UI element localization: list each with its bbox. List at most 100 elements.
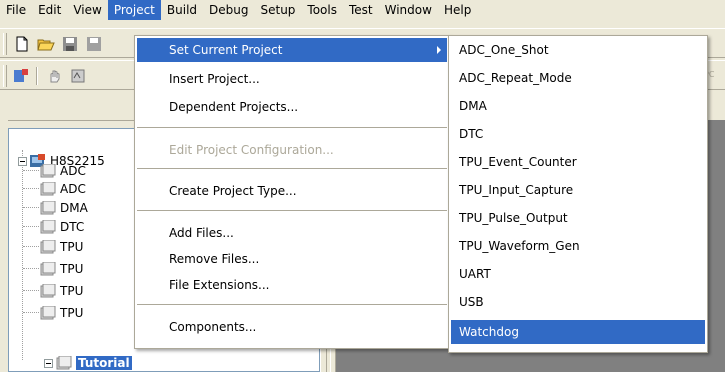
tree-item[interactable]: DTC — [40, 218, 84, 236]
project-settings-icon[interactable] — [12, 66, 32, 86]
collapse-icon[interactable] — [44, 358, 53, 368]
tree-item[interactable]: TPU — [40, 282, 83, 300]
menu-item-remove-files[interactable]: Remove Files... — [137, 247, 447, 271]
tree-item-label: TPU — [60, 262, 84, 276]
submenu-item-adc-repeat-mode[interactable]: ADC_Repeat_Mode — [451, 66, 705, 90]
menu-item-label: Dependent Projects... — [169, 100, 299, 114]
hand-icon[interactable] — [44, 66, 64, 86]
menu-item-label: Set Current Project — [169, 43, 283, 57]
project-icon — [40, 283, 56, 298]
menu-setup[interactable]: Setup — [254, 0, 301, 20]
tree-item[interactable]: ADC — [40, 180, 86, 198]
tree-line — [23, 226, 39, 227]
menu-file[interactable]: File — [0, 0, 32, 20]
submenu-item-label: TPU_Pulse_Output — [459, 211, 568, 225]
project-icon — [40, 261, 56, 276]
menu-test[interactable]: Test — [343, 0, 379, 20]
menu-separator — [137, 127, 447, 128]
set-current-project-submenu: ADC_One_Shot ADC_Repeat_Mode DMA DTC TPU… — [448, 35, 708, 353]
tree-item[interactable]: TPU — [40, 260, 83, 278]
tree-line — [23, 246, 39, 247]
submenu-item-label: UART — [459, 267, 491, 281]
project-icon — [40, 163, 56, 178]
menu-project[interactable]: Project — [107, 0, 161, 20]
menu-separator — [137, 304, 447, 305]
menu-item-label: Create Project Type... — [169, 184, 297, 198]
menu-item-label: Edit Project Configuration... — [169, 143, 334, 157]
tree-line — [22, 150, 23, 360]
project-icon — [40, 200, 56, 215]
menu-item-label: Remove Files... — [169, 252, 260, 266]
tree-item[interactable]: TPU — [40, 304, 83, 322]
project-icon — [40, 181, 56, 196]
toolbar-grip[interactable] — [3, 65, 7, 87]
menu-debug[interactable]: Debug — [203, 0, 254, 20]
tree-item-label: Tutorial — [76, 356, 132, 370]
open-folder-icon[interactable] — [36, 34, 56, 54]
tree-item[interactable]: ADC — [40, 162, 86, 180]
submenu-item-label: Watchdog — [459, 325, 519, 339]
submenu-item-label: USB — [459, 295, 484, 309]
tree-item-label: TPU — [60, 306, 84, 320]
menu-item-insert-project[interactable]: Insert Project... — [137, 67, 447, 91]
submenu-item-label: DMA — [459, 99, 487, 113]
menu-item-label: File Extensions... — [169, 278, 270, 292]
submenu-arrow-icon — [437, 46, 441, 54]
submenu-item-watchdog[interactable]: Watchdog — [451, 320, 705, 344]
tree-item[interactable]: TPU — [40, 238, 83, 256]
submenu-item-tpu-event-counter[interactable]: TPU_Event_Counter — [451, 150, 705, 174]
menu-item-components[interactable]: Components... — [137, 315, 447, 339]
tree-line — [23, 207, 39, 208]
menu-edit[interactable]: Edit — [32, 0, 67, 20]
project-icon — [56, 355, 72, 370]
submenu-item-dtc[interactable]: DTC — [451, 122, 705, 146]
project-icon — [40, 239, 56, 254]
tree-line — [23, 290, 39, 291]
tree-item[interactable]: DMA — [40, 199, 88, 217]
project-icon — [40, 305, 56, 320]
tree-item-label: ADC — [60, 164, 86, 178]
menubar: File Edit View Project Build Debug Setup… — [0, 0, 725, 20]
menu-item-add-files[interactable]: Add Files... — [137, 221, 447, 245]
tree-item-label: DMA — [60, 201, 88, 215]
menu-build[interactable]: Build — [161, 0, 203, 20]
submenu-item-label: DTC — [459, 127, 484, 141]
tree-item-label: TPU — [60, 240, 84, 254]
toolbar-separator — [36, 67, 38, 85]
toolbar-grip[interactable] — [3, 33, 7, 55]
project-menu: Set Current Project Insert Project... De… — [134, 35, 450, 349]
menu-item-set-current-project[interactable]: Set Current Project — [137, 38, 447, 62]
menu-help[interactable]: Help — [438, 0, 477, 20]
tree-item-tutorial[interactable]: Tutorial — [44, 354, 132, 372]
submenu-item-tpu-pulse-output[interactable]: TPU_Pulse_Output — [451, 206, 705, 230]
submenu-item-dma[interactable]: DMA — [451, 94, 705, 118]
menu-item-dependent-projects[interactable]: Dependent Projects... — [137, 95, 447, 119]
menu-window[interactable]: Window — [379, 0, 438, 20]
menu-item-create-project-type[interactable]: Create Project Type... — [137, 179, 447, 203]
submenu-item-label: TPU_Event_Counter — [459, 155, 577, 169]
submenu-item-label: TPU_Input_Capture — [459, 183, 574, 197]
submenu-item-tpu-input-capture[interactable]: TPU_Input_Capture — [451, 178, 705, 202]
new-file-icon[interactable] — [12, 34, 32, 54]
menu-item-file-extensions[interactable]: File Extensions... — [137, 273, 447, 297]
submenu-item-adc-one-shot[interactable]: ADC_One_Shot — [451, 38, 705, 62]
save-all-icon[interactable] — [84, 34, 104, 54]
collapse-icon[interactable] — [18, 156, 27, 166]
submenu-item-usb[interactable]: USB — [451, 290, 705, 314]
breakpoint-icon[interactable] — [68, 66, 88, 86]
submenu-item-label: TPU_Waveform_Gen — [459, 239, 580, 253]
submenu-item-tpu-waveform-gen[interactable]: TPU_Waveform_Gen — [451, 234, 705, 258]
menu-tools[interactable]: Tools — [301, 0, 343, 20]
menu-view[interactable]: View — [67, 0, 107, 20]
menu-item-label: Components... — [169, 320, 257, 334]
tree-item-label: ADC — [60, 182, 86, 196]
submenu-item-label: ADC_Repeat_Mode — [459, 71, 572, 85]
menu-item-edit-project-configuration[interactable]: Edit Project Configuration... — [137, 138, 447, 162]
save-icon[interactable] — [60, 34, 80, 54]
tree-line — [23, 170, 39, 171]
menu-item-label: Insert Project... — [169, 72, 260, 86]
submenu-item-uart[interactable]: UART — [451, 262, 705, 286]
tree-line — [23, 312, 39, 313]
menu-separator — [137, 210, 447, 211]
tree-line — [23, 188, 39, 189]
